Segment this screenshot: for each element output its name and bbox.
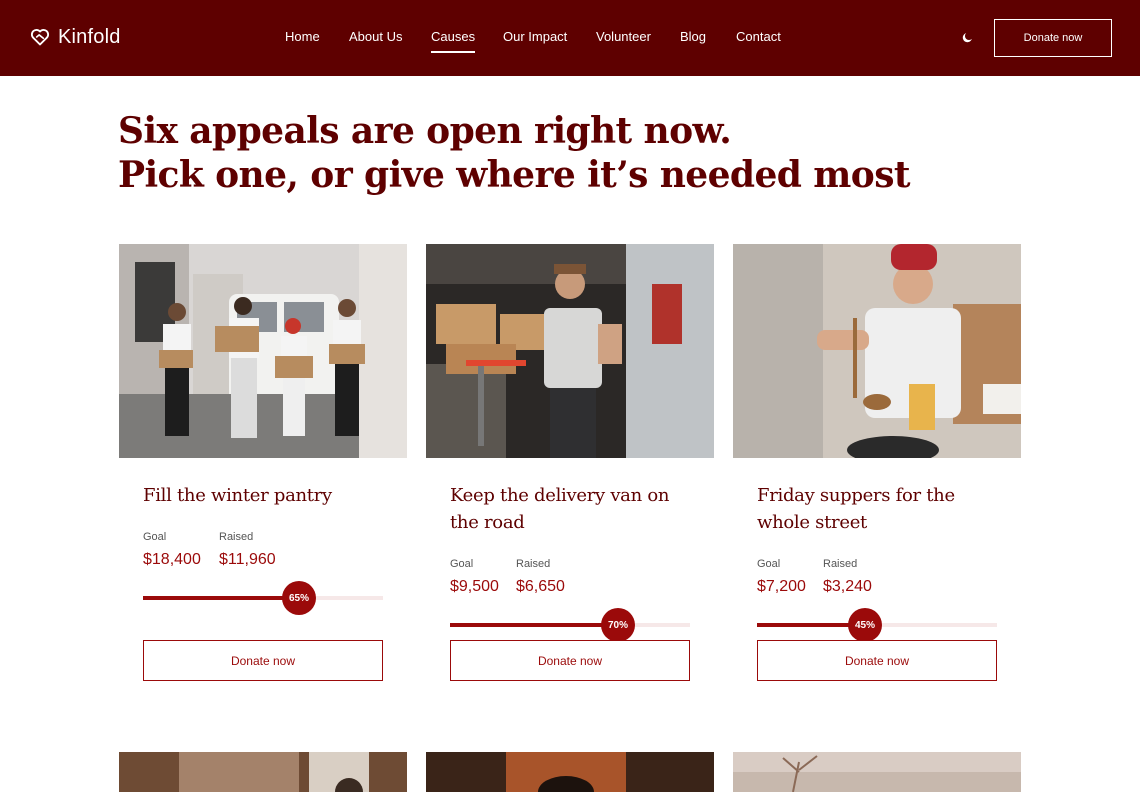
cause-photo[interactable] xyxy=(733,752,1021,792)
nav-volunteer[interactable]: Volunteer xyxy=(596,29,651,44)
raised-amount: $11,960 xyxy=(219,551,276,568)
progress-badge: 45% xyxy=(848,608,882,642)
goal-label: Goal xyxy=(757,558,781,570)
cause-title[interactable]: Keep the delivery van on the road xyxy=(450,482,700,536)
donate-button[interactable]: Donate now xyxy=(143,640,383,681)
progress-fill xyxy=(143,596,299,600)
cause-photo[interactable] xyxy=(119,244,407,458)
headline-line-2: Pick one, or give where it’s needed most xyxy=(118,154,910,196)
raised-label: Raised xyxy=(219,531,254,543)
site-header: Kinfold Home About Us Causes Our Impact … xyxy=(0,0,1140,76)
cause-card: Fill the winter pantry Goal $18,400 Rais… xyxy=(119,244,407,681)
moon-icon[interactable] xyxy=(961,31,974,44)
nav-about-us[interactable]: About Us xyxy=(349,29,402,44)
goal-label: Goal xyxy=(450,558,474,570)
progress-bar: 65% xyxy=(143,581,383,615)
nav-blog[interactable]: Blog xyxy=(680,29,706,44)
goal-amount: $18,400 xyxy=(143,551,201,568)
nav-home[interactable]: Home xyxy=(285,29,320,44)
cause-card: Keep the delivery van on the road Goal $… xyxy=(426,244,714,681)
raised-stat: Raised $6,650 xyxy=(516,558,565,596)
donate-button[interactable]: Donate now xyxy=(450,640,690,681)
cause-photo[interactable] xyxy=(733,244,1021,458)
progress-bar: 70% xyxy=(450,608,690,642)
raised-label: Raised xyxy=(823,558,858,570)
raised-amount: $3,240 xyxy=(823,578,872,595)
goal-amount: $9,500 xyxy=(450,578,499,595)
raised-label: Raised xyxy=(516,558,551,570)
headline-line-1: Six appeals are open right now. xyxy=(118,110,732,152)
header-donate-button[interactable]: Donate now xyxy=(994,19,1112,57)
cause-title[interactable]: Fill the winter pantry xyxy=(143,482,393,509)
goal-amount: $7,200 xyxy=(757,578,806,595)
progress-fill xyxy=(450,623,618,627)
nav-causes[interactable]: Causes xyxy=(431,29,476,53)
cause-card: Friday suppers for the whole street Goal… xyxy=(733,244,1021,681)
nav-contact[interactable]: Contact xyxy=(736,29,781,44)
progress-badge: 65% xyxy=(282,581,316,615)
raised-stat: Raised $11,960 xyxy=(219,531,276,569)
cause-title[interactable]: Friday suppers for the whole street xyxy=(757,482,1007,536)
donate-button[interactable]: Donate now xyxy=(757,640,997,681)
raised-stat: Raised $3,240 xyxy=(823,558,872,596)
goal-stat: Goal $18,400 xyxy=(143,531,201,569)
page-headline: Six appeals are open right now. Pick one… xyxy=(118,109,910,197)
progress-badge: 70% xyxy=(601,608,635,642)
cause-photo[interactable] xyxy=(119,752,407,792)
nav-our-impact[interactable]: Our Impact xyxy=(503,29,567,44)
cause-photo[interactable] xyxy=(426,752,714,792)
raised-amount: $6,650 xyxy=(516,578,565,595)
goal-label: Goal xyxy=(143,531,167,543)
cause-photo[interactable] xyxy=(426,244,714,458)
progress-bar: 45% xyxy=(757,608,997,642)
goal-stat: Goal $9,500 xyxy=(450,558,499,596)
goal-stat: Goal $7,200 xyxy=(757,558,806,596)
